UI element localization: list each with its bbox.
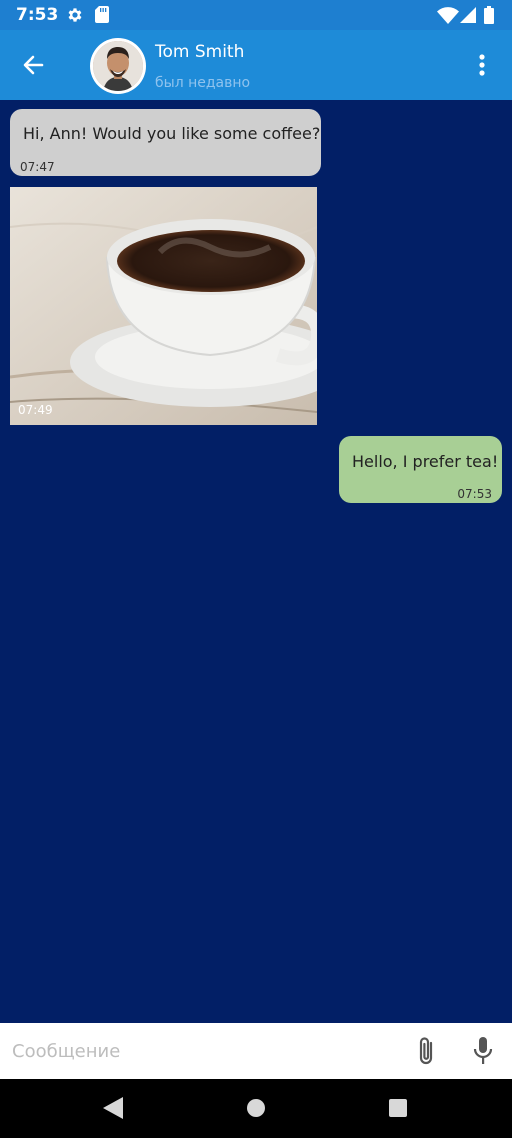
back-arrow-icon[interactable] (18, 50, 50, 80)
message-time: 07:53 (457, 487, 492, 501)
contact-name[interactable]: Tom Smith (155, 42, 244, 62)
message-time: 07:47 (20, 160, 55, 174)
chat-header: Tom Smith был недавно (0, 30, 512, 100)
system-navigation-bar (0, 1079, 512, 1138)
message-input[interactable] (12, 1037, 392, 1065)
message-text: Hi, Ann! Would you like some coffee? (23, 124, 321, 143)
avatar-photo (93, 41, 143, 91)
microphone-icon[interactable] (470, 1035, 496, 1067)
signal-icon (460, 7, 476, 23)
message-composer (0, 1023, 512, 1079)
wifi-icon (437, 7, 459, 24)
message-time: 07:49 (18, 403, 53, 417)
nav-recents-icon[interactable] (388, 1098, 408, 1118)
nav-back-icon[interactable] (103, 1097, 123, 1119)
outgoing-message-bubble[interactable]: Hello, I prefer tea! 07:53 (339, 436, 502, 503)
nav-home-icon[interactable] (246, 1098, 266, 1118)
coffee-cup-photo (10, 187, 317, 425)
message-text: Hello, I prefer tea! (352, 452, 499, 471)
settings-icon (68, 8, 82, 22)
sd-card-icon (95, 6, 109, 23)
contact-last-seen: был недавно (155, 75, 251, 91)
more-vertical-icon[interactable] (468, 50, 496, 80)
status-time: 7:53 (16, 5, 59, 25)
battery-icon (484, 6, 494, 24)
incoming-message-bubble[interactable]: Hi, Ann! Would you like some coffee? 07:… (10, 109, 321, 176)
status-bar: 7:53 (0, 0, 512, 30)
paperclip-icon[interactable] (414, 1035, 440, 1067)
contact-avatar[interactable] (90, 38, 146, 94)
incoming-image-message[interactable]: 07:49 (10, 187, 317, 425)
